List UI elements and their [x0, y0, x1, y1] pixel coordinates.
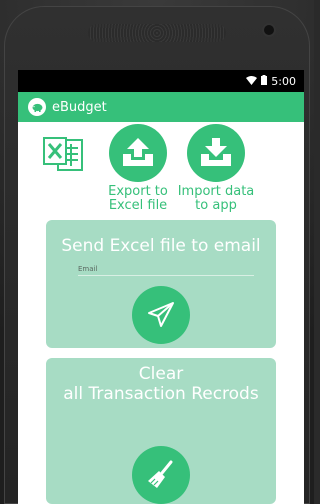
phone-device: 5:00 eBudget Export to Excel file Import…: [0, 0, 314, 504]
phone-screen: 5:00 eBudget Export to Excel file Import…: [18, 70, 304, 504]
main-content: Export to Excel file Import data to app …: [18, 122, 304, 504]
import-label-line2: to app: [195, 198, 237, 213]
piggy-bank-icon: [28, 98, 46, 116]
export-to-excel-button[interactable]: Export to Excel file: [98, 124, 178, 213]
download-icon: [187, 124, 245, 182]
email-label: Email: [78, 265, 98, 273]
clear-transactions-card: Clear all Transaction Recrods: [46, 358, 276, 504]
app-bar: eBudget: [18, 92, 304, 122]
import-data-button[interactable]: Import data to app: [176, 124, 256, 213]
send-email-button[interactable]: [132, 286, 190, 344]
clear-title-line1: Clear: [138, 364, 184, 384]
status-bar: 5:00: [18, 70, 304, 92]
upload-icon: [109, 124, 167, 182]
email-field[interactable]: Email: [78, 265, 254, 276]
export-label-line2: Excel file: [108, 198, 168, 213]
paper-plane-icon: [148, 302, 174, 327]
broom-icon: [148, 460, 173, 488]
wifi-icon: [246, 75, 258, 88]
export-label-line1: Export to: [108, 184, 168, 199]
excel-icon[interactable]: [40, 134, 88, 186]
app-title: eBudget: [52, 99, 107, 115]
import-label-line1: Import data: [177, 184, 255, 199]
front-camera: [264, 25, 274, 35]
battery-icon: [261, 74, 268, 88]
clear-records-button[interactable]: [132, 446, 190, 504]
send-email-card: Send Excel file to email Email: [46, 220, 276, 348]
send-email-title: Send Excel file to email: [61, 236, 261, 256]
clear-title-line2: all Transaction Recrods: [63, 384, 259, 404]
status-time: 5:00: [271, 74, 296, 88]
tools-row: Export to Excel file Import data to app: [18, 122, 304, 213]
speaker-grille: [88, 24, 226, 42]
